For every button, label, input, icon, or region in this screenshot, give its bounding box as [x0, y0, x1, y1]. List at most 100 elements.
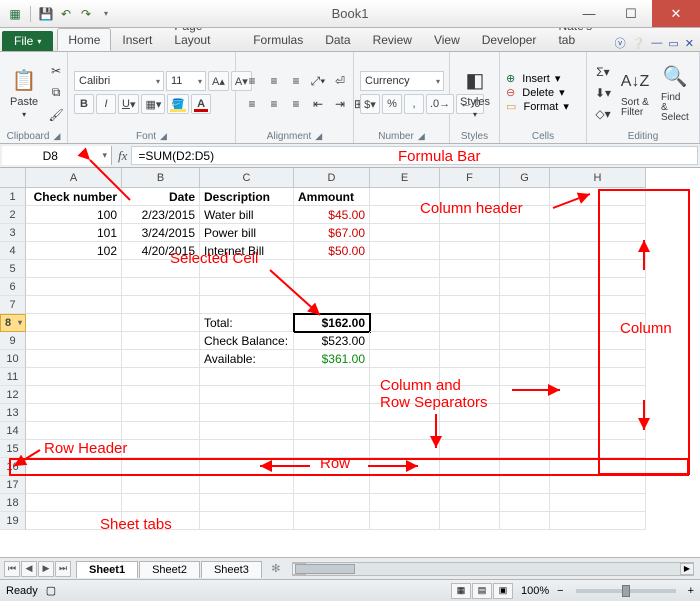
column-header-D[interactable]: D — [294, 168, 370, 188]
tab-home[interactable]: Home — [57, 28, 111, 51]
increase-indent-icon[interactable]: ⇥ — [330, 94, 350, 114]
view-normal-icon[interactable]: ▦ — [451, 583, 471, 599]
redo-icon[interactable]: ↷ — [77, 5, 95, 23]
row-header-16[interactable]: 16 — [0, 458, 26, 476]
number-launcher[interactable]: ◢ — [418, 131, 425, 141]
cells-area[interactable]: Check numberDateDescriptionAmmount1002/2… — [26, 188, 700, 557]
column-header-B[interactable]: B — [122, 168, 200, 188]
zoom-slider[interactable] — [576, 589, 676, 593]
font-size-select[interactable]: 11 — [166, 71, 206, 91]
column-headers[interactable]: ABCDEFGH — [26, 168, 700, 188]
minimize-button[interactable]: — — [568, 0, 610, 27]
format-painter-icon[interactable]: 🖌 — [46, 105, 66, 125]
align-center-icon[interactable]: ≡ — [264, 94, 284, 114]
align-top-icon[interactable]: ≡ — [242, 71, 262, 91]
ribbon-minimize-icon[interactable]: ⓥ — [615, 35, 626, 51]
tab-developer[interactable]: Developer — [471, 28, 548, 51]
column-header-H[interactable]: H — [550, 168, 646, 188]
sheet-tab-1[interactable]: Sheet1 — [76, 561, 138, 578]
font-launcher[interactable]: ◢ — [160, 131, 167, 141]
doc-restore-icon[interactable]: ▭ — [668, 37, 678, 50]
row-header-1[interactable]: 1 — [0, 188, 26, 206]
doc-min-icon[interactable]: — — [651, 37, 662, 49]
sheet-nav-next[interactable]: ▶ — [38, 561, 54, 577]
border-button[interactable]: ▦▾ — [141, 94, 165, 114]
select-all-corner[interactable] — [0, 168, 26, 188]
horizontal-scrollbar[interactable]: ◀ ▶ — [292, 562, 694, 576]
undo-icon[interactable]: ↶ — [57, 5, 75, 23]
row-header-19[interactable]: 19 — [0, 512, 26, 530]
scroll-right-icon[interactable]: ▶ — [680, 563, 694, 575]
cut-icon[interactable]: ✂ — [46, 61, 66, 81]
help-icon[interactable]: ❔ — [632, 37, 646, 50]
currency-icon[interactable]: $▾ — [360, 94, 380, 114]
number-format-select[interactable]: Currency — [360, 71, 444, 91]
tab-review[interactable]: Review — [362, 28, 423, 51]
copy-icon[interactable]: ⧉ — [46, 83, 66, 103]
fill-icon[interactable]: ⬇▾ — [593, 83, 613, 103]
tab-insert[interactable]: Insert — [111, 28, 163, 51]
close-button[interactable]: ✕ — [652, 0, 700, 27]
autosum-icon[interactable]: Σ▾ — [593, 62, 613, 82]
orientation-icon[interactable]: ⤢▾ — [308, 71, 328, 91]
sheet-nav-last[interactable]: ⏭ — [55, 561, 71, 577]
formula-input[interactable]: =SUM(D2:D5) — [131, 146, 698, 165]
zoom-in-button[interactable]: + — [688, 585, 694, 597]
align-middle-icon[interactable]: ≡ — [264, 71, 284, 91]
tab-formulas[interactable]: Formulas — [242, 28, 314, 51]
underline-button[interactable]: U▾ — [118, 94, 139, 114]
column-header-F[interactable]: F — [440, 168, 500, 188]
font-name-select[interactable]: Calibri — [74, 71, 164, 91]
sheet-tab-2[interactable]: Sheet2 — [139, 561, 200, 578]
row-header-18[interactable]: 18 — [0, 494, 26, 512]
row-header-8[interactable]: 8 — [0, 314, 26, 332]
row-header-9[interactable]: 9 — [0, 332, 26, 350]
percent-icon[interactable]: % — [382, 94, 402, 114]
comma-icon[interactable]: , — [404, 94, 424, 114]
row-header-6[interactable]: 6 — [0, 278, 26, 296]
row-header-5[interactable]: 5 — [0, 260, 26, 278]
zoom-level[interactable]: 100% — [521, 585, 549, 597]
fx-icon[interactable]: fx — [118, 148, 127, 164]
styles-button[interactable]: ◧ Styles▾ — [456, 55, 494, 130]
delete-cells-button[interactable]: ⊖ Delete ▾ — [506, 86, 569, 99]
scroll-thumb[interactable] — [295, 564, 355, 574]
wrap-text-icon[interactable]: ⏎ — [330, 71, 350, 91]
file-tab[interactable]: File▾ — [2, 31, 53, 51]
zoom-out-button[interactable]: − — [557, 585, 563, 597]
fill-color-button[interactable]: 🪣 — [167, 94, 189, 114]
format-cells-button[interactable]: ▭ Format ▾ — [506, 100, 569, 113]
column-header-E[interactable]: E — [370, 168, 440, 188]
new-sheet-button[interactable]: ✻ — [266, 562, 286, 575]
view-layout-icon[interactable]: ▤ — [472, 583, 492, 599]
row-header-7[interactable]: 7 — [0, 296, 26, 314]
row-header-4[interactable]: 4 — [0, 242, 26, 260]
sheet-tab-3[interactable]: Sheet3 — [201, 561, 262, 578]
row-header-13[interactable]: 13 — [0, 404, 26, 422]
tab-view[interactable]: View — [423, 28, 471, 51]
row-header-11[interactable]: 11 — [0, 368, 26, 386]
align-bottom-icon[interactable]: ≡ — [286, 71, 306, 91]
row-header-15[interactable]: 15 — [0, 440, 26, 458]
row-header-10[interactable]: 10 — [0, 350, 26, 368]
doc-close-icon[interactable]: ✕ — [685, 37, 694, 50]
spreadsheet-grid[interactable]: ABCDEFGH 12345678910111213141516171819 C… — [0, 168, 700, 557]
sheet-nav-prev[interactable]: ◀ — [21, 561, 37, 577]
grow-font-icon[interactable]: A▴ — [208, 71, 229, 91]
find-select-button[interactable]: 🔍 Find & Select — [657, 55, 693, 130]
row-header-14[interactable]: 14 — [0, 422, 26, 440]
tab-data[interactable]: Data — [314, 28, 361, 51]
column-header-C[interactable]: C — [200, 168, 294, 188]
save-icon[interactable]: 💾 — [37, 5, 55, 23]
alignment-launcher[interactable]: ◢ — [315, 131, 322, 141]
clipboard-launcher[interactable]: ◢ — [53, 131, 60, 141]
italic-button[interactable]: I — [96, 94, 116, 114]
sort-filter-button[interactable]: A↓Z Sort & Filter — [617, 55, 653, 130]
row-headers[interactable]: 12345678910111213141516171819 — [0, 188, 26, 530]
column-header-A[interactable]: A — [26, 168, 122, 188]
sheet-nav-first[interactable]: ⏮ — [4, 561, 20, 577]
bold-button[interactable]: B — [74, 94, 94, 114]
row-header-12[interactable]: 12 — [0, 386, 26, 404]
clear-icon[interactable]: ◇▾ — [593, 104, 613, 124]
macro-record-icon[interactable]: ▢ — [46, 584, 56, 597]
